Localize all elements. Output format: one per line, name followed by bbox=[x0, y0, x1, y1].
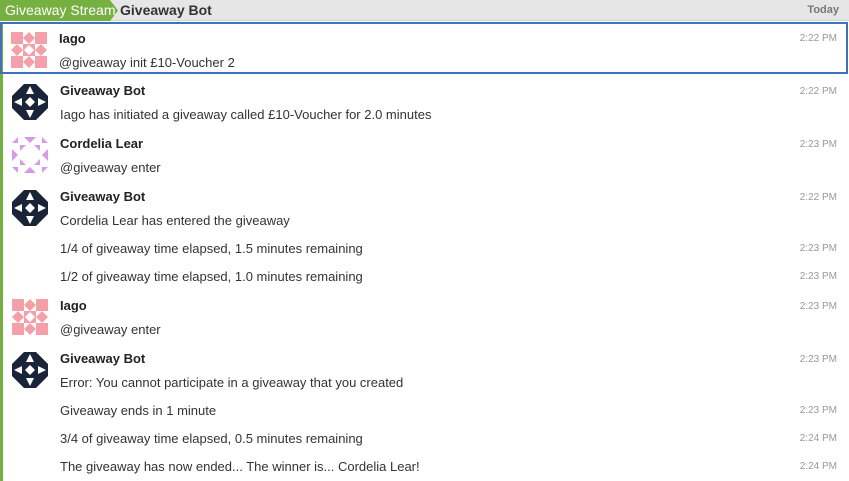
message-time[interactable]: 2:22 PM bbox=[800, 86, 837, 98]
message-time[interactable]: 2:22 PM bbox=[800, 33, 837, 45]
giveaway-bot-avatar-icon[interactable] bbox=[12, 352, 48, 388]
message-group[interactable]: Iago @giveaway enter 2:23 PM bbox=[3, 292, 846, 342]
message-group[interactable]: Giveaway Bot Iago has initiated a giveaw… bbox=[3, 77, 846, 127]
message-content: The giveaway has now ended... The winner… bbox=[60, 459, 420, 474]
message-sender[interactable]: Giveaway Bot bbox=[60, 83, 145, 99]
iago-avatar-icon[interactable] bbox=[12, 299, 48, 335]
message-content: @giveaway enter bbox=[60, 322, 161, 337]
message-sender[interactable]: Cordelia Lear bbox=[60, 136, 143, 152]
message-sender[interactable]: Iago bbox=[60, 298, 87, 314]
message-group[interactable]: Iago @giveaway init £10-Voucher 2 2:22 P… bbox=[0, 22, 848, 74]
message-content: Error: You cannot participate in a givea… bbox=[60, 375, 404, 390]
message-time[interactable]: 2:23 PM bbox=[800, 243, 837, 255]
message-content: 3/4 of giveaway time elapsed, 0.5 minute… bbox=[60, 431, 363, 446]
message-time[interactable]: 2:23 PM bbox=[800, 354, 837, 366]
message-content: Giveaway ends in 1 minute bbox=[60, 403, 217, 418]
giveaway-bot-avatar-icon[interactable] bbox=[12, 190, 48, 226]
giveaway-bot-avatar-icon[interactable] bbox=[12, 84, 48, 120]
message-content: 1/4 of giveaway time elapsed, 1.5 minute… bbox=[60, 241, 363, 256]
cordelia-avatar-icon[interactable] bbox=[12, 137, 48, 173]
message-time[interactable]: 2:24 PM bbox=[800, 461, 837, 473]
iago-avatar-icon[interactable] bbox=[11, 32, 47, 68]
message-sender[interactable]: Iago bbox=[59, 31, 86, 47]
message-content: 1/2 of giveaway time elapsed, 1.0 minute… bbox=[60, 269, 363, 284]
message-sender[interactable]: Giveaway Bot bbox=[60, 351, 145, 367]
narrow-header: Giveaway Stream Giveaway Bot Today bbox=[0, 0, 849, 21]
stream-name-tab[interactable]: Giveaway Stream bbox=[0, 0, 118, 21]
message-time[interactable]: 2:23 PM bbox=[800, 139, 837, 151]
message-content: @giveaway enter bbox=[60, 160, 161, 175]
message-content: Cordelia Lear has entered the giveaway bbox=[60, 213, 290, 228]
message-list: Iago @giveaway init £10-Voucher 2 2:22 P… bbox=[0, 22, 849, 481]
date-separator: Today bbox=[807, 4, 839, 16]
message-group[interactable]: Cordelia Lear @giveaway enter 2:23 PM bbox=[3, 130, 846, 180]
message-sender[interactable]: Giveaway Bot bbox=[60, 189, 145, 205]
message-time[interactable]: 2:23 PM bbox=[800, 301, 837, 313]
message-content: Iago has initiated a giveaway called £10… bbox=[60, 107, 432, 122]
message-content: @giveaway init £10-Voucher 2 bbox=[59, 55, 235, 70]
message-time[interactable]: 2:23 PM bbox=[800, 405, 837, 417]
message-time[interactable]: 2:24 PM bbox=[800, 433, 837, 445]
topic-name[interactable]: Giveaway Bot bbox=[120, 0, 212, 21]
message-time[interactable]: 2:22 PM bbox=[800, 192, 837, 204]
message-group[interactable]: Giveaway Bot Error: You cannot participa… bbox=[3, 345, 846, 481]
message-time[interactable]: 2:23 PM bbox=[800, 271, 837, 283]
message-group[interactable]: Giveaway Bot Cordelia Lear has entered t… bbox=[3, 183, 846, 289]
